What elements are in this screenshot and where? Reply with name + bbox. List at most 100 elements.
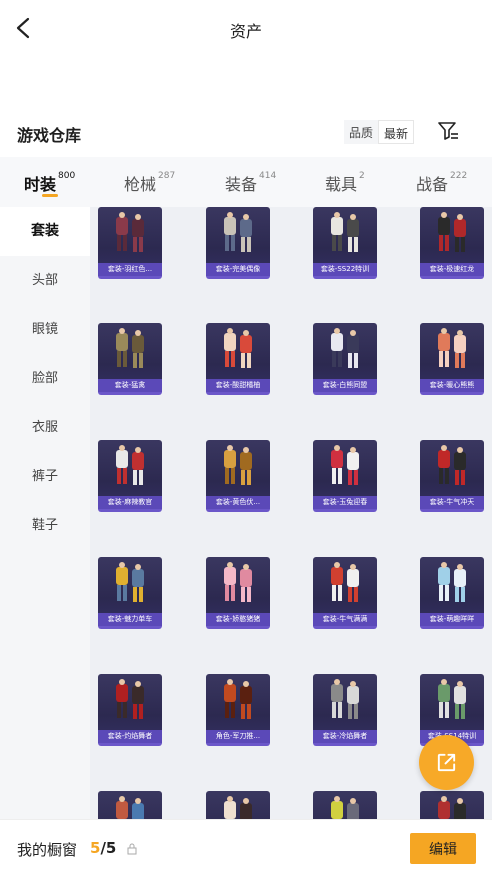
tab-count: 222: [450, 171, 468, 181]
outfit-card[interactable]: 套装-羽红色...: [98, 207, 162, 279]
sort-quality-option[interactable]: 品质: [344, 120, 379, 144]
outfit-label: 套装-娇憨猪猪: [206, 613, 270, 626]
outfit-thumbnail-icon: [438, 445, 466, 485]
outfit-label: 角色-军刀推...: [206, 730, 270, 743]
outfit-thumbnail-icon: [116, 328, 144, 368]
tab-label: 载具: [325, 175, 358, 194]
outfit-thumbnail-icon: [438, 796, 466, 819]
outfit-label: 套装-猛禽: [98, 379, 162, 392]
outfit-label: 套装-酸甜橘柚: [206, 379, 270, 392]
edit-button[interactable]: 编辑: [410, 833, 476, 864]
active-tab-indicator: [42, 194, 58, 197]
sidebar-item-glasses[interactable]: 眼镜: [0, 305, 90, 354]
outfit-label: 套装-完美偶像: [206, 263, 270, 276]
showcase-current: 5: [90, 839, 101, 857]
tab-count: 2: [359, 171, 365, 181]
outfit-card[interactable]: 角色-军刀推...: [206, 674, 270, 746]
share-button[interactable]: [419, 735, 474, 790]
outfit-card[interactable]: 套装-玉兔迎春: [313, 440, 377, 512]
outfit-thumbnail-icon: [224, 796, 252, 819]
outfit-label: 套装-SS22特训: [313, 263, 377, 276]
showcase-label: 我的橱窗: [17, 841, 78, 859]
outfit-label: 套装-冷焰舞者: [313, 730, 377, 743]
showcase-max: 5: [105, 839, 117, 857]
outfit-card[interactable]: 套装-白熊同盟: [313, 323, 377, 395]
outfit-label: 套装-羽红色...: [98, 263, 162, 276]
outfit-card[interactable]: 套装-完美偶像: [206, 207, 270, 279]
sidebar-item-head[interactable]: 头部: [0, 256, 90, 305]
section-title: 游戏仓库: [17, 126, 82, 145]
sidebar-item-outfit[interactable]: 套装: [0, 207, 90, 256]
outfit-label: 套装-萌趣咩咩: [420, 613, 484, 626]
outfit-card[interactable]: [98, 791, 162, 819]
outfit-card[interactable]: 套装-麻辣教官: [98, 440, 162, 512]
outfit-card[interactable]: 套装-冷焰舞者: [313, 674, 377, 746]
outfit-thumbnail-icon: [331, 679, 359, 719]
outfit-label: 套装-麻辣教官: [98, 496, 162, 509]
outfit-card[interactable]: 套装-SS22特训: [313, 207, 377, 279]
outfit-thumbnail-icon: [116, 679, 144, 719]
outfit-thumbnail-icon: [438, 562, 466, 602]
outfit-thumbnail-icon: [438, 328, 466, 368]
outfit-label: 套装-黄色伏...: [206, 496, 270, 509]
outfit-card[interactable]: 套装-暖心熊熊: [420, 323, 484, 395]
sidebar-item-face[interactable]: 脸部: [0, 354, 90, 403]
sidebar-item-shoes[interactable]: 鞋子: [0, 501, 90, 550]
outfit-label: 套装-灼焰舞者: [98, 730, 162, 743]
bottom-bar: 我的橱窗 5/5 编辑: [0, 819, 492, 876]
tab-battle-prep[interactable]: 战备 222: [416, 171, 467, 201]
tab-label: 战备: [416, 175, 449, 194]
outfit-card[interactable]: [420, 791, 484, 819]
filter-icon[interactable]: [436, 119, 460, 143]
outfit-card[interactable]: 套装-娇憨猪猪: [206, 557, 270, 629]
outfit-card[interactable]: 套装-牛气满满: [313, 557, 377, 629]
outfit-thumbnail-icon: [224, 562, 252, 602]
sidebar-item-pants[interactable]: 裤子: [0, 452, 90, 501]
outfit-thumbnail-icon: [116, 212, 144, 252]
outfit-thumbnail-icon: [116, 796, 144, 819]
outfit-thumbnail-icon: [331, 562, 359, 602]
outfit-card[interactable]: 套装-极速红龙: [420, 207, 484, 279]
outfit-card[interactable]: 套装-酸甜橘柚: [206, 323, 270, 395]
outfit-card[interactable]: 套装-黄色伏...: [206, 440, 270, 512]
outfit-thumbnail-icon: [331, 328, 359, 368]
outfit-card[interactable]: 套装-魅力单车: [98, 557, 162, 629]
outfit-card[interactable]: 套装-萌趣咩咩: [420, 557, 484, 629]
tab-vehicles[interactable]: 载具 2: [325, 171, 365, 201]
outfit-label: 套装-白熊同盟: [313, 379, 377, 392]
top-bar: 资产: [0, 0, 492, 58]
outfit-card[interactable]: 套装-灼焰舞者: [98, 674, 162, 746]
outfit-label: 套装-魅力单车: [98, 613, 162, 626]
sort-toggle: 品质 最新: [344, 120, 415, 144]
outfit-label: 套装-牛气满满: [313, 613, 377, 626]
outfit-thumbnail-icon: [331, 445, 359, 485]
showcase-count: 5/5: [90, 839, 116, 857]
outfit-thumbnail-icon: [224, 212, 252, 252]
outfit-card[interactable]: [313, 791, 377, 819]
category-tabs: 时装 800 枪械 287 装备 414 载具 2 战备 222: [0, 157, 492, 207]
outfit-card[interactable]: 套装-猛禽: [98, 323, 162, 395]
outfit-label: 套装-暖心熊熊: [420, 379, 484, 392]
outfit-thumbnail-icon: [438, 212, 466, 252]
outfit-thumbnail-icon: [224, 328, 252, 368]
tab-label: 枪械: [124, 175, 157, 194]
tab-weapons[interactable]: 枪械 287: [124, 171, 175, 201]
outfit-card[interactable]: 套装-牛气冲天: [420, 440, 484, 512]
outfit-card[interactable]: [206, 791, 270, 819]
outfit-thumbnail-icon: [224, 679, 252, 719]
tab-count: 414: [259, 171, 277, 181]
outfit-thumbnail-icon: [116, 562, 144, 602]
sort-latest-option[interactable]: 最新: [378, 120, 415, 144]
sidebar-item-clothes[interactable]: 衣服: [0, 403, 90, 452]
tab-count: 287: [158, 171, 176, 181]
outfit-thumbnail-icon: [331, 796, 359, 819]
asset-page: 资产 游戏仓库 品质 最新 时装 800 枪械 287 装备 414 载具 2 战备 22…: [0, 0, 492, 876]
tab-equipment[interactable]: 装备 414: [225, 171, 276, 201]
outfit-thumbnail-icon: [331, 212, 359, 252]
tab-label: 装备: [225, 175, 258, 194]
tab-count: 800: [58, 171, 76, 181]
outfit-label: 套装-牛气冲天: [420, 496, 484, 509]
lock-icon: [127, 843, 137, 855]
outfit-label: 套装-极速红龙: [420, 263, 484, 276]
subcategory-sidebar: 套装 头部 眼镜 脸部 衣服 裤子 鞋子: [0, 207, 90, 827]
